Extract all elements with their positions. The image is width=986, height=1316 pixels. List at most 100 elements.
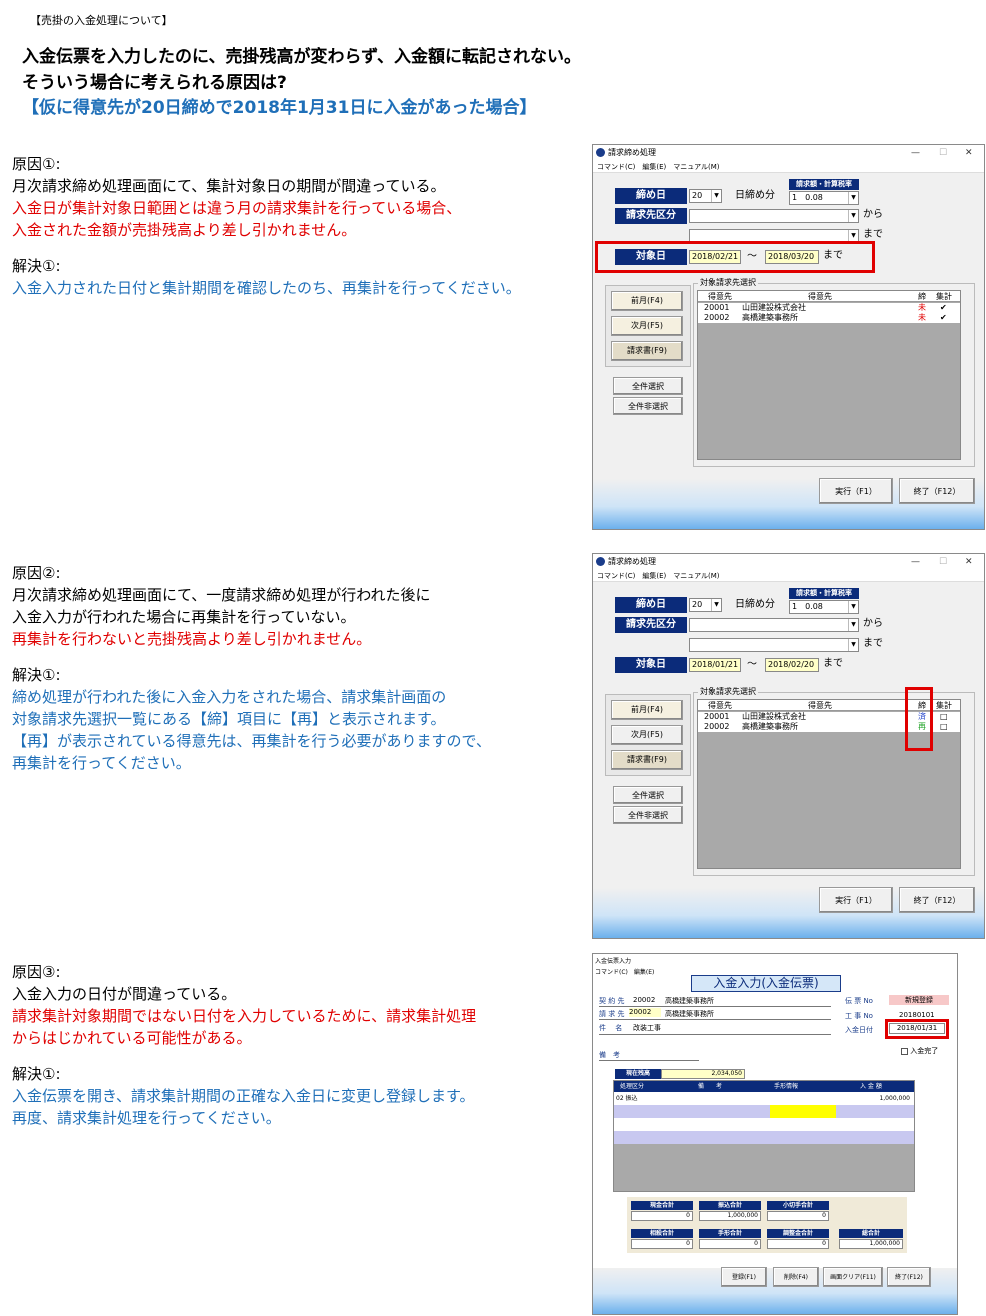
denpyo-value: 新規登録 xyxy=(889,995,949,1005)
rate-select[interactable]: 1 0.08 ▼ xyxy=(789,600,859,614)
chevron-down-icon[interactable]: ▼ xyxy=(848,192,858,204)
sousai-label: 相殺合計 xyxy=(631,1229,693,1238)
row-sum-checkbox[interactable]: □ xyxy=(940,722,948,732)
solution-line: 【再】が表示されている得意先は、再集計を行う必要がありますので、 xyxy=(12,732,491,750)
window-title: 請求締め処理 xyxy=(608,148,656,157)
kara-label: から xyxy=(863,209,883,220)
target-label: 対象日 xyxy=(615,657,687,673)
prev-month-button[interactable]: 前月(F4) xyxy=(611,291,683,311)
rate-select[interactable]: 1 0.08 ▼ xyxy=(789,191,859,205)
menu-bar[interactable]: コマンド(C) 編集(E) マニュアル(M) xyxy=(593,161,984,173)
genkin-value: 0 xyxy=(631,1211,693,1221)
kubun-label: 請求先区分 xyxy=(615,208,687,224)
made-label: まで xyxy=(863,638,883,649)
bracket-title: 【売掛の入金処理について】 xyxy=(30,14,173,27)
minimize-icon[interactable]: — xyxy=(911,145,920,161)
row-sum-checkbox[interactable]: ✔ xyxy=(940,303,947,313)
chevron-down-icon[interactable]: ▼ xyxy=(848,601,858,613)
row-name: 高橋建築事務所 xyxy=(742,313,798,322)
close-icon[interactable]: ✕ xyxy=(965,554,973,570)
chevron-down-icon[interactable]: ▼ xyxy=(848,619,858,631)
save-button[interactable]: 登録(F1) xyxy=(721,1267,767,1287)
keiyaku-label: 契 約 先 xyxy=(599,997,625,1005)
rate-label: 請求額・計算税率 xyxy=(789,179,859,190)
highlight-target-date xyxy=(595,241,875,273)
kubun-from-select[interactable]: ▼ xyxy=(689,618,859,632)
row-shime: 未 xyxy=(918,313,926,322)
deselect-all-button[interactable]: 全件非選択 xyxy=(613,397,683,415)
end-button[interactable]: 終了(F12) xyxy=(887,1267,931,1287)
kubun-from-select[interactable]: ▼ xyxy=(689,209,859,223)
menu-bar[interactable]: コマンド(C) 編集(E) xyxy=(595,967,654,976)
chevron-down-icon[interactable]: ▼ xyxy=(711,190,721,202)
highlight-shime-column xyxy=(905,687,933,751)
furikomi-value: 1,000,000 xyxy=(699,1211,761,1221)
maximize-icon[interactable]: ☐ xyxy=(939,145,947,161)
col-kubun: 処理区分 xyxy=(620,1083,645,1090)
koji-label: 工 事 No xyxy=(845,1012,873,1020)
select-all-button[interactable]: 全件選択 xyxy=(613,786,683,804)
row-name: 高橋建築事務所 xyxy=(742,722,798,731)
chevron-down-icon[interactable]: ▼ xyxy=(711,599,721,611)
date-to-input[interactable]: 2018/02/20 xyxy=(765,658,819,672)
table-row[interactable] xyxy=(614,1131,914,1144)
group-title: 対象請求先選択 xyxy=(698,277,758,288)
kubun-to-select[interactable]: ▼ xyxy=(689,638,859,652)
table-row[interactable] xyxy=(614,1105,914,1118)
rate-value: 1 0.08 xyxy=(792,602,823,611)
select-all-button[interactable]: 全件選択 xyxy=(613,377,683,395)
cause-line: 入金入力の日付が間違っている。 xyxy=(12,985,237,1003)
tegata-label: 手形合計 xyxy=(699,1229,761,1238)
date-label: 入金日付 xyxy=(845,1026,873,1034)
invoice-button[interactable]: 請求書(F9) xyxy=(611,750,683,770)
menu-bar[interactable]: コマンド(C) 編集(E) マニュアル(M) xyxy=(593,570,984,582)
table-row[interactable] xyxy=(614,1118,914,1131)
row-sum-checkbox[interactable]: □ xyxy=(940,712,948,722)
cause-label: 原因①: xyxy=(12,155,61,173)
end-button[interactable]: 終了（F12） xyxy=(899,478,975,504)
invoice-button[interactable]: 請求書(F9) xyxy=(611,341,683,361)
headline-2: そういう場合に考えられる原因は? xyxy=(22,73,287,93)
run-button[interactable]: 実行（F1） xyxy=(819,478,893,504)
table-row[interactable]: 20002 高橋建築事務所 未 ✔ xyxy=(698,313,960,323)
cause-line: 月次請求締め処理画面にて、一度請求締め処理が行われた後に xyxy=(12,586,431,604)
prev-month-button[interactable]: 前月(F4) xyxy=(611,700,683,720)
cause-red-line: 再集計を行わないと売掛残高より差し引かれません。 xyxy=(12,630,372,648)
date-from-input[interactable]: 2018/01/21 xyxy=(689,658,741,672)
page: { "doc": { "bracket_title": "【売掛の入金処理につい… xyxy=(0,0,986,1316)
close-icon[interactable]: ✕ xyxy=(965,145,973,161)
chevron-down-icon[interactable]: ▼ xyxy=(848,210,858,222)
shime-select[interactable]: 20 ▼ xyxy=(689,189,722,203)
tegata-cell-active[interactable] xyxy=(770,1105,836,1118)
table-row[interactable]: 02 振込 1,000,000 xyxy=(614,1092,914,1105)
delete-button[interactable]: 削除(F4) xyxy=(773,1267,819,1287)
cause-red-line: 入金された金額が売掛残高より差し引かれません。 xyxy=(12,221,357,239)
maximize-icon[interactable]: ☐ xyxy=(939,554,947,570)
clear-button[interactable]: 画面クリア(F11) xyxy=(823,1267,883,1287)
row-sum-checkbox[interactable]: ✔ xyxy=(940,313,947,323)
minimize-icon[interactable]: — xyxy=(911,554,920,570)
next-month-button[interactable]: 次月(F5) xyxy=(611,316,683,336)
end-button[interactable]: 終了（F12） xyxy=(899,887,975,913)
shime-select[interactable]: 20 ▼ xyxy=(689,598,722,612)
payment-entry-window: 入金伝票入力 コマンド(C) 編集(E) 入金入力(入金伝票) 契 約 先 20… xyxy=(592,953,958,1315)
cause-line: 入金入力が行われた場合に再集計を行っていない。 xyxy=(12,608,356,626)
deselect-all-button[interactable]: 全件非選択 xyxy=(613,806,683,824)
group-title: 対象請求先選択 xyxy=(698,686,758,697)
seikyu-label: 請 求 先 xyxy=(599,1010,625,1018)
window-title: 入金伝票入力 xyxy=(595,958,632,965)
chevron-down-icon[interactable]: ▼ xyxy=(848,639,858,651)
row-code: 20002 xyxy=(704,313,730,322)
col-shime: 締 xyxy=(918,292,926,301)
kanryo-checkbox[interactable]: 入金完了 xyxy=(901,1046,938,1056)
table-row[interactable]: 20001 山田建設株式会社 未 ✔ xyxy=(698,303,960,313)
run-button[interactable]: 実行（F1） xyxy=(819,887,893,913)
rate-value: 1 0.08 xyxy=(792,193,823,202)
seikyu-code-input[interactable]: 20002 xyxy=(629,1008,661,1017)
cause-red-line: 入金日が集計対象日範囲とは違う月の請求集計を行っている場合、 xyxy=(12,199,462,217)
kogitte-value: 0 xyxy=(767,1211,829,1221)
solution-line: 入金入力された日付と集計期間を確認したのち、再集計を行ってください。 xyxy=(12,279,521,297)
next-month-button[interactable]: 次月(F5) xyxy=(611,725,683,745)
total-value: 1,000,000 xyxy=(839,1239,903,1249)
kogitte-label: 小切手合計 xyxy=(767,1201,829,1210)
